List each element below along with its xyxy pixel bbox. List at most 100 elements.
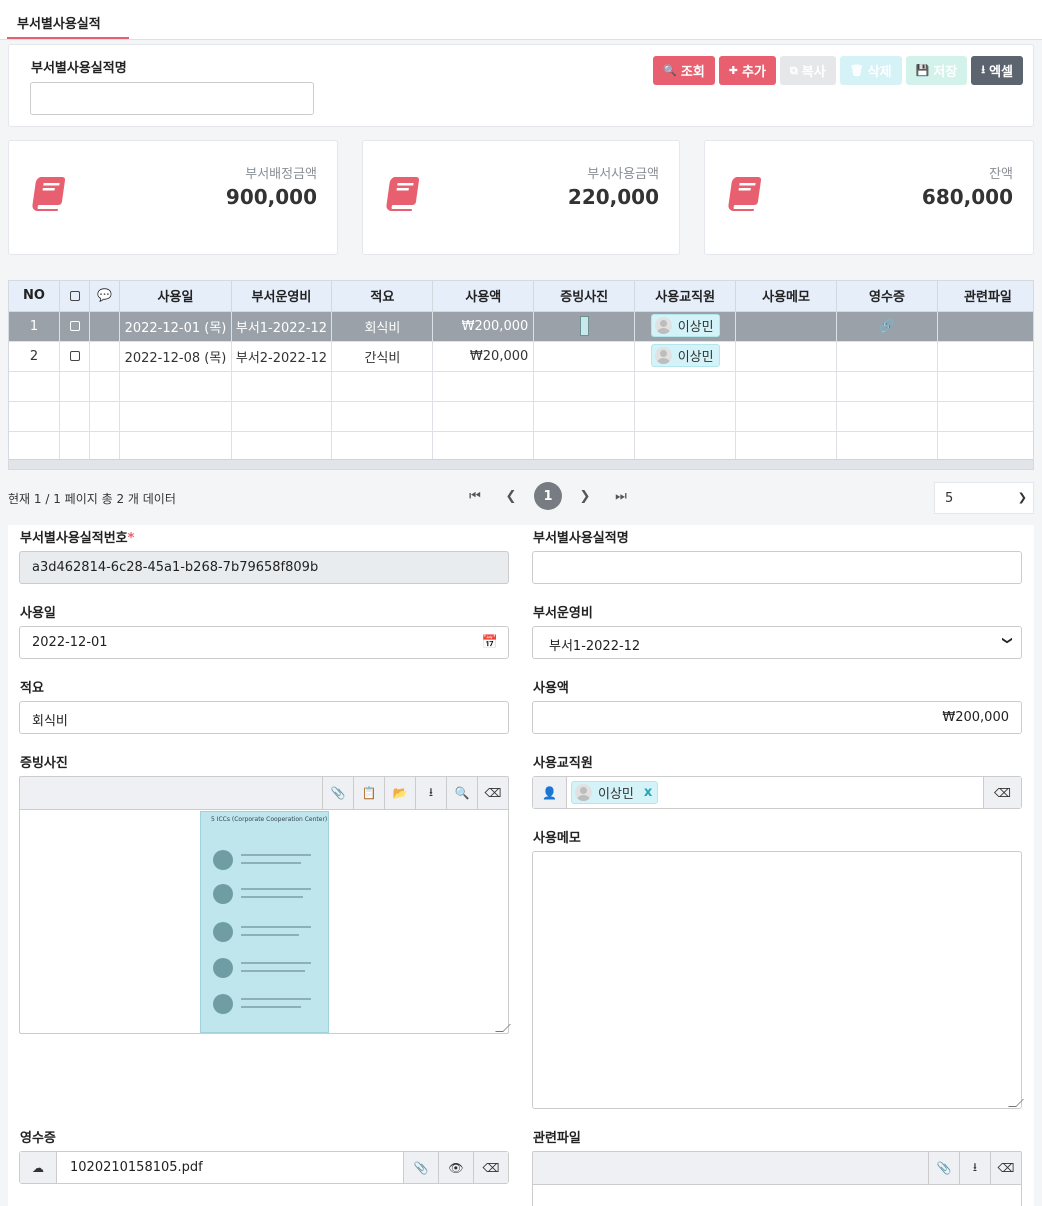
trash-icon: 🗑 — [849, 64, 864, 77]
eraser-icon[interactable]: ⌫ — [983, 777, 1021, 808]
link-icon[interactable]: 🔗 — [879, 319, 895, 334]
col-budget[interactable]: 부서운영비 — [231, 281, 333, 312]
cell-date: 2022-12-08 (목) — [119, 341, 232, 372]
cell-summary: 회식비 — [331, 311, 434, 342]
book-icon — [32, 177, 66, 211]
budget-select[interactable]: 부서1-2022-12 ❯ — [532, 626, 1022, 659]
cell-check[interactable] — [59, 341, 91, 372]
remove-icon[interactable]: x — [644, 785, 652, 800]
book-icon — [386, 177, 420, 211]
resize-handle[interactable] — [1008, 1099, 1024, 1107]
cell-summary: 간식비 — [331, 341, 434, 372]
prev-page-icon[interactable]: ❮ — [498, 482, 524, 510]
search-button[interactable]: 🔍 조회 — [653, 56, 715, 85]
resize-handle[interactable] — [495, 1024, 511, 1032]
page-size-select[interactable]: 5 ❯ — [934, 482, 1034, 514]
photo-toolbar: 📎 📋 📂 ⭳ 🔍 ⌫ — [20, 777, 508, 810]
zoom-icon[interactable]: 🔍 — [446, 777, 477, 809]
cell-amount: ₩200,000 — [432, 311, 535, 342]
receipt-file-field[interactable]: ☁ 1020210158105.pdf 📎 👁 ⌫ — [19, 1151, 509, 1184]
eraser-icon[interactable]: ⌫ — [477, 777, 508, 809]
receipt-file-name[interactable]: 1020210158105.pdf — [70, 1160, 203, 1175]
folder-icon[interactable]: 📂 — [384, 777, 415, 809]
col-memo[interactable]: 사용메모 — [735, 281, 838, 312]
copy-button[interactable]: ⧉ 복사 — [779, 56, 836, 85]
col-check[interactable] — [59, 281, 91, 312]
col-date[interactable]: 사용일 — [119, 281, 232, 312]
date-value: 2022-12-01 — [32, 635, 108, 650]
col-photo[interactable]: 증빙사진 — [533, 281, 636, 312]
row-checkbox[interactable] — [69, 351, 80, 361]
attach-icon[interactable]: 📎 — [322, 777, 353, 809]
col-staff[interactable]: 사용교직원 — [634, 281, 737, 312]
table-row[interactable]: 1 2022-12-01 (목) 부서1-2022-12 회식비 ₩200,00… — [9, 311, 1033, 342]
staff-chip: 이상민 — [650, 344, 720, 367]
col-files[interactable]: 관련파일 — [937, 281, 1033, 312]
search-input[interactable] — [30, 82, 314, 115]
id-field[interactable]: a3d462814-6c28-45a1-b268-7b79658f809b — [19, 551, 509, 584]
col-receipt[interactable]: 영수증 — [836, 281, 938, 312]
summary-label: 부서배정금액 — [245, 167, 317, 182]
user-icon[interactable]: 👤 — [533, 777, 567, 808]
cell-receipt[interactable]: 🔗 — [836, 311, 938, 342]
name-field[interactable] — [532, 551, 1022, 584]
cell-no: 2 — [9, 341, 60, 372]
summary-field[interactable]: 회식비 — [19, 701, 509, 734]
cell-no: 1 — [9, 311, 60, 342]
last-page-icon[interactable]: ⏭ — [608, 482, 634, 510]
delete-button[interactable]: 🗑 삭제 — [839, 56, 902, 85]
cell-staff: 이상민 — [634, 341, 737, 372]
next-page-icon[interactable]: ❯ — [572, 482, 598, 510]
attach-icon[interactable]: 📎 — [403, 1152, 438, 1183]
files-uploader: 📎 ⭳ ⌫ — [532, 1151, 1022, 1206]
col-amount[interactable]: 사용액 — [432, 281, 535, 312]
col-no[interactable]: NO — [9, 281, 60, 312]
eraser-icon[interactable]: ⌫ — [473, 1152, 508, 1183]
files-toolbar: 📎 ⭳ ⌫ — [533, 1152, 1021, 1185]
date-field[interactable]: 2022-12-01 📅 — [19, 626, 509, 659]
staff-picker[interactable]: 👤 이상민 x ⌫ — [532, 776, 1022, 809]
chevron-down-icon: ❯ — [1017, 491, 1027, 504]
amount-field[interactable]: ₩200,000 — [532, 701, 1022, 734]
download-icon[interactable]: ⭳ — [415, 777, 446, 809]
photo-thumbnail-icon[interactable] — [579, 316, 589, 336]
attach-icon[interactable]: 📎 — [928, 1152, 959, 1184]
col-comment[interactable]: 💬 — [89, 281, 121, 312]
col-summary[interactable]: 적요 — [331, 281, 434, 312]
date-label: 사용일 — [20, 606, 56, 621]
add-button[interactable]: ✚ 추가 — [718, 56, 776, 85]
summary-value: 220,000 — [567, 185, 659, 209]
page-1-button[interactable]: 1 — [534, 482, 562, 510]
tab-department-usage[interactable]: 부서별사용실적 — [7, 6, 129, 39]
first-page-icon[interactable]: ⏮ — [462, 482, 488, 510]
comment-icon: 💬 — [97, 288, 113, 303]
memo-textarea[interactable] — [532, 851, 1024, 1109]
row-checkbox[interactable] — [69, 321, 80, 331]
cell-files — [937, 341, 1033, 372]
page-info: 현재 1 / 1 페이지 총 2 개 데이터 — [8, 492, 176, 506]
staff-chip: 이상민 — [650, 314, 720, 337]
eraser-icon[interactable]: ⌫ — [990, 1152, 1021, 1184]
id-label: 부서별사용실적번호* — [20, 531, 135, 546]
excel-button[interactable]: ⭳ 엑셀 — [971, 56, 1023, 85]
copy-button-label: 복사 — [801, 65, 826, 80]
search-icon: 🔍 — [663, 64, 677, 77]
cell-amount: ₩20,000 — [432, 341, 535, 372]
calendar-icon[interactable]: 📅 — [482, 635, 498, 650]
cell-check[interactable] — [59, 311, 91, 342]
save-button[interactable]: 💾 저장 — [905, 56, 968, 85]
checkbox-all[interactable] — [69, 290, 80, 301]
summary-card-used: 부서사용금액 220,000 — [362, 140, 680, 255]
empty-row — [9, 371, 1033, 402]
paste-icon[interactable]: 📋 — [353, 777, 384, 809]
photo-preview-image[interactable]: 5 ICCs (Corporate Cooperation Center) — [200, 811, 329, 1033]
cell-photo[interactable] — [533, 311, 636, 342]
amount-label: 사용액 — [533, 681, 569, 696]
eye-icon[interactable]: 👁 — [438, 1152, 473, 1183]
horizontal-scrollbar[interactable] — [9, 459, 1033, 469]
download-icon: ⭳ — [981, 63, 986, 76]
cell-receipt — [836, 341, 938, 372]
download-icon[interactable]: ⭳ — [959, 1152, 990, 1184]
table-row[interactable]: 2 2022-12-08 (목) 부서2-2022-12 간식비 ₩20,000… — [9, 341, 1033, 372]
photo-uploader: 📎 📋 📂 ⭳ 🔍 ⌫ 5 ICCs (Corporate Cooperatio… — [19, 776, 511, 1034]
